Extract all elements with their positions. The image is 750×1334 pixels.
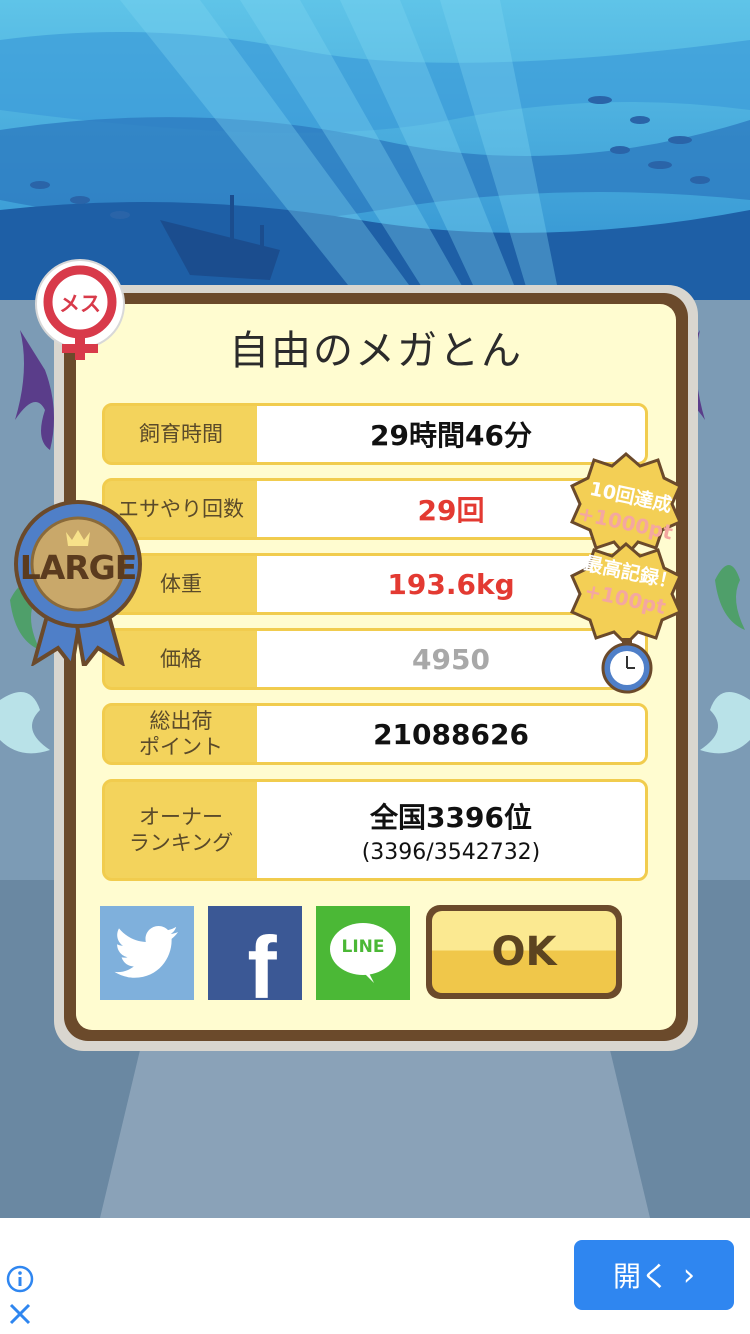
stat-row-total-points: 総出荷 ポイント 21088626	[102, 703, 648, 765]
stat-row-rearing-time: 飼育時間 29時間46分	[102, 403, 648, 465]
stat-row-owner-ranking: オーナー ランキング 全国3396位 (3396/3542732)	[102, 779, 648, 881]
ad-close-icon[interactable]	[6, 1300, 34, 1328]
ad-open-label: 開く	[612, 1260, 669, 1293]
stat-label: オーナー ランキング	[128, 805, 234, 855]
ranking-value: 全国3396位 (3396/3542732)	[257, 782, 645, 878]
gender-label: メス	[59, 292, 101, 316]
ranking-main: 全国3396位	[370, 800, 532, 834]
ok-button-face: OK	[432, 911, 616, 993]
pet-name-title: 自由のメガとん	[229, 328, 523, 374]
stopwatch-icon	[601, 638, 653, 694]
stat-label: 総出荷 ポイント	[139, 709, 223, 759]
line-share-button[interactable]: LINE	[316, 906, 410, 1000]
stat-label: 飼育時間	[139, 422, 223, 446]
stat-row-price: 価格 4950	[102, 628, 648, 690]
twitter-share-button[interactable]	[100, 906, 194, 1000]
line-label: LINE	[341, 937, 385, 957]
size-ribbon-label: LARGE	[19, 548, 138, 587]
facebook-f-icon: f	[247, 918, 277, 1000]
stat-value: 21088626	[257, 706, 645, 762]
chevron-right-icon: ›	[683, 1257, 695, 1293]
ad-info-icon[interactable]	[6, 1265, 34, 1293]
ad-open-button[interactable]: 開く ›	[574, 1240, 734, 1310]
stat-row-weight: 体重 193.6kg	[102, 553, 648, 615]
ok-button[interactable]: OK	[426, 905, 622, 999]
ranking-detail: (3396/3542732)	[361, 839, 541, 865]
twitter-bird-icon	[114, 926, 178, 978]
stat-row-feed-count: エサやり回数 29回	[102, 478, 648, 540]
facebook-share-button[interactable]: f	[208, 906, 302, 1000]
